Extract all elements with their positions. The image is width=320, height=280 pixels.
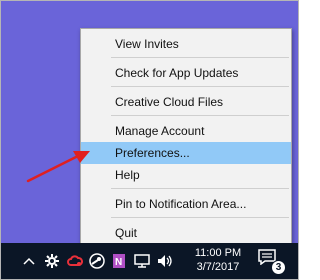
notifications-icon[interactable]: 3: [258, 249, 286, 275]
network-icon[interactable]: [133, 252, 151, 270]
creative-cloud-icon[interactable]: [66, 252, 84, 270]
taskbar-clock[interactable]: 11:00 PM 3/7/2017: [190, 243, 246, 280]
annotation-arrow-icon: [26, 151, 90, 183]
clock-date: 3/7/2017: [196, 261, 240, 273]
clock-time: 11:00 PM: [194, 247, 242, 259]
taskbar: N 11:00 PM 3/7/2017 3: [0, 243, 299, 280]
chevron-up-icon[interactable]: [22, 252, 36, 270]
svg-text:N: N: [115, 257, 122, 268]
notification-count-badge: 3: [271, 260, 286, 275]
steam-icon[interactable]: [88, 252, 106, 270]
settings-icon[interactable]: [44, 252, 60, 270]
onenote-icon[interactable]: N: [110, 252, 128, 270]
volume-icon[interactable]: [156, 252, 174, 270]
